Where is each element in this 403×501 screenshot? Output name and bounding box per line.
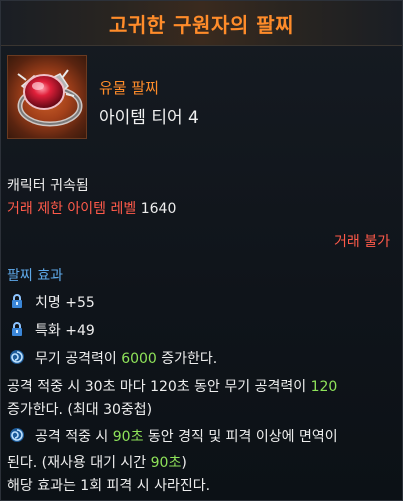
trade-level-value: 1640 [140,201,177,217]
effect-immunity-cooldown: 90초 [150,455,182,471]
bound-status: 캐릭터 귀속됨 [7,178,89,194]
title-bar: 고귀한 구원자의 팔찌 [1,1,402,46]
swirl-icon [10,428,24,442]
stat-specialization: 특화 +49 [35,323,95,339]
item-tier: 아이템 티어 4 [99,108,199,128]
item-grade: 유물 팔찌 [99,79,159,97]
stat-crit: 치명 +55 [35,295,95,311]
lock-icon [12,322,22,336]
effect-immunity-duration: 90초 [112,429,144,445]
effect-immunity-line3: 해당 효과는 1회 피격 시 사라진다. [7,478,211,494]
lock-icon [12,294,22,308]
effect-weapon-attack: 무기 공격력이 6000 증가한다. [35,351,218,367]
item-tooltip: 고귀한 구원자의 팔찌 유물 팔찌 아이템 티어 4 캐릭터 귀속됨 거래 제한… [0,0,403,501]
effect-stack-value: 120 [310,379,338,395]
effect-stack-line1: 공격 적중 시 30초 마다 120초 동안 무기 공격력이 120 [7,379,338,395]
swirl-icon [10,350,24,364]
bracelet-icon [17,69,83,127]
effect-stack-line2: 증가한다. (최대 30중첩) [7,402,153,418]
item-title: 고귀한 구원자의 팔찌 [108,13,295,37]
trade-level-row: 거래 제한 아이템 레벨 1640 [7,198,176,218]
effects-heading: 팔찌 효과 [7,268,63,284]
effect-weapon-attack-value: 6000 [121,351,157,367]
effect-immunity-line2: 된다. (재사용 대기 시간 90초) [7,455,187,471]
effect-immunity-line1: 공격 적중 시 90초 동안 경직 및 피격 이상에 면역이 [35,429,338,445]
item-icon-frame [7,55,87,139]
trade-level-label: 거래 제한 아이템 레벨 [7,201,137,217]
trade-status: 거래 불가 [334,234,390,250]
